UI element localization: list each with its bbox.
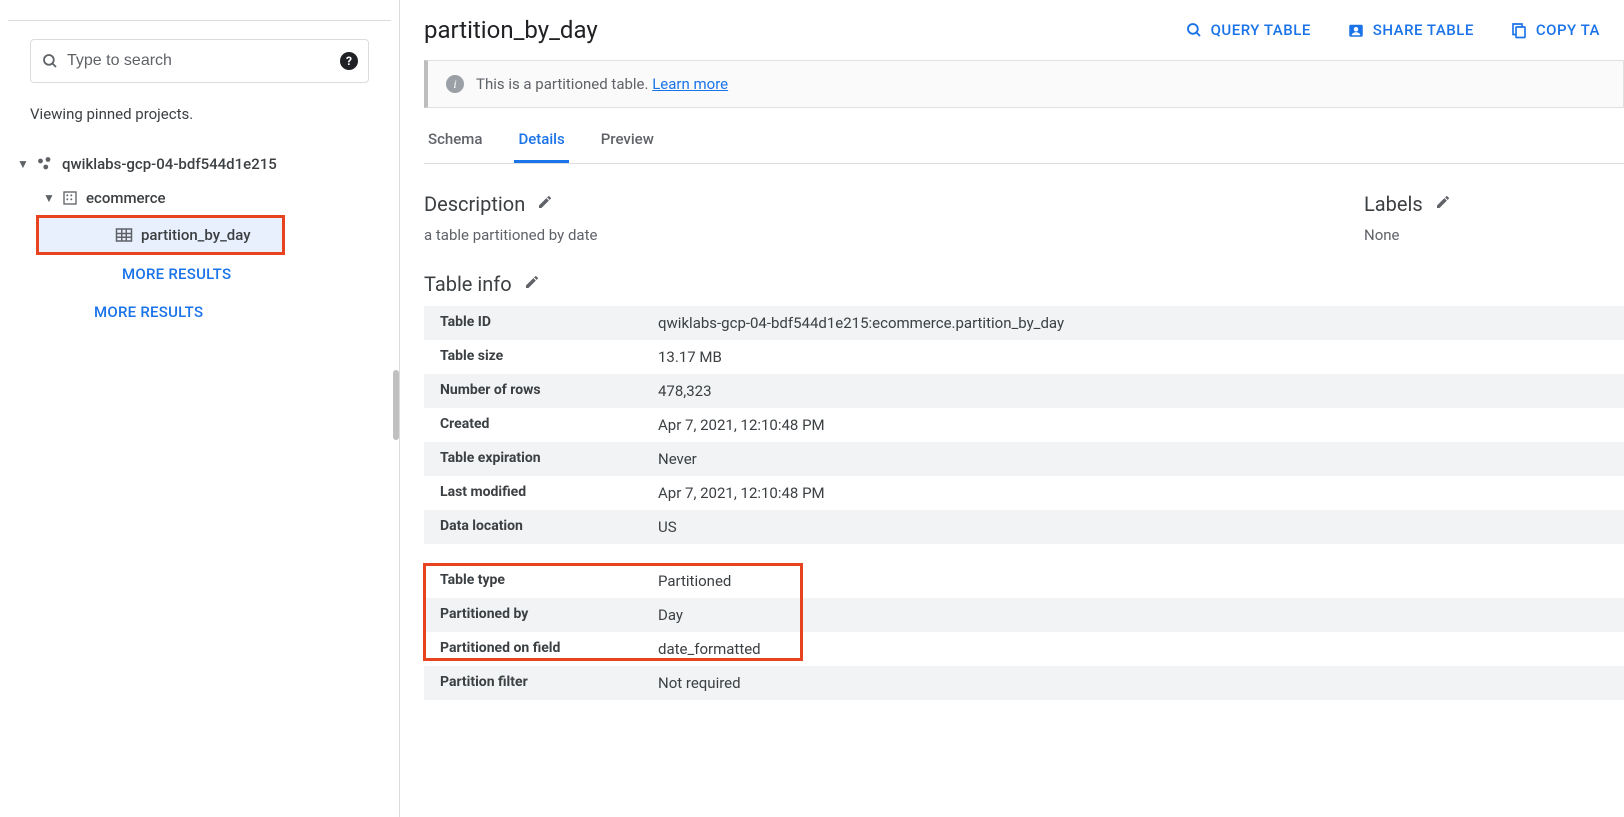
- info-val: date_formatted: [642, 632, 777, 666]
- chevron-down-icon[interactable]: ▼: [40, 191, 58, 205]
- project-label: qwiklabs-gcp-04-bdf544d1e215: [62, 155, 277, 173]
- more-results-dataset[interactable]: MORE RESULTS: [8, 255, 391, 293]
- info-val: Apr 7, 2021, 12:10:48 PM: [642, 408, 841, 442]
- info-val: Not required: [642, 666, 757, 700]
- info-key: Partitioned on field: [424, 632, 642, 666]
- share-table-button[interactable]: SHARE TABLE: [1347, 21, 1474, 39]
- tab-schema[interactable]: Schema: [424, 130, 486, 163]
- edit-labels-icon[interactable]: [1435, 194, 1451, 214]
- info-row: Last modifiedApr 7, 2021, 12:10:48 PM: [424, 476, 1624, 510]
- info-row: Table IDqwiklabs-gcp-04-bdf544d1e215:eco…: [424, 306, 1624, 340]
- tab-details[interactable]: Details: [514, 130, 568, 163]
- info-row: Table size13.17 MB: [424, 340, 1624, 374]
- project-icon: [36, 155, 54, 173]
- help-icon[interactable]: ?: [340, 52, 358, 70]
- more-results-project[interactable]: MORE RESULTS: [8, 293, 391, 331]
- info-row: Partitioned on fielddate_formatted: [424, 632, 1624, 666]
- info-val: Partitioned: [642, 564, 747, 598]
- search-input[interactable]: [59, 52, 340, 70]
- info-key: Partition filter: [424, 666, 642, 700]
- info-key: Last modified: [424, 476, 642, 510]
- scrollbar-thumb[interactable]: [393, 370, 399, 440]
- tab-bar: Schema Details Preview: [424, 130, 1624, 164]
- search-icon: [41, 52, 59, 70]
- info-key: Table type: [424, 564, 642, 598]
- info-row: Partitioned byDay: [424, 598, 1624, 632]
- banner-text: This is a partitioned table.: [476, 75, 648, 93]
- info-key: Table expiration: [424, 442, 642, 476]
- info-key: Number of rows: [424, 374, 642, 408]
- labels-text: None: [1364, 226, 1624, 244]
- table-info-block-1: Table IDqwiklabs-gcp-04-bdf544d1e215:eco…: [424, 306, 1624, 544]
- info-row: Table typePartitioned: [424, 564, 1624, 598]
- edit-description-icon[interactable]: [537, 194, 553, 214]
- description-heading: Description: [424, 192, 525, 216]
- description-text: a table partitioned by date: [424, 226, 1284, 244]
- info-val: Apr 7, 2021, 12:10:48 PM: [642, 476, 841, 510]
- info-key: Data location: [424, 510, 642, 544]
- partition-banner: i This is a partitioned table. Learn mor…: [424, 60, 1624, 108]
- table-info-block-2: Table typePartitionedPartitioned byDayPa…: [424, 564, 1624, 700]
- info-row: CreatedApr 7, 2021, 12:10:48 PM: [424, 408, 1624, 442]
- info-key: Created: [424, 408, 642, 442]
- pinned-projects-message: Viewing pinned projects.: [0, 95, 399, 147]
- share-icon: [1347, 21, 1365, 39]
- info-val: 13.17 MB: [642, 340, 738, 374]
- table-icon: [115, 227, 133, 243]
- info-key: Table size: [424, 340, 642, 374]
- info-key: Partitioned by: [424, 598, 642, 632]
- search-box[interactable]: ?: [30, 39, 369, 83]
- resource-tree: ▼ qwiklabs-gcp-04-bdf544d1e215 ▼ ecommer…: [0, 147, 399, 331]
- project-node[interactable]: ▼ qwiklabs-gcp-04-bdf544d1e215: [8, 147, 391, 181]
- info-key: Table ID: [424, 306, 642, 340]
- copy-icon: [1510, 21, 1528, 39]
- info-row: Data locationUS: [424, 510, 1624, 544]
- tab-preview[interactable]: Preview: [597, 130, 658, 163]
- share-label: SHARE TABLE: [1373, 21, 1474, 39]
- info-row: Table expirationNever: [424, 442, 1624, 476]
- query-table-button[interactable]: QUERY TABLE: [1185, 21, 1311, 39]
- info-icon: i: [446, 75, 464, 93]
- info-val: qwiklabs-gcp-04-bdf544d1e215:ecommerce.p…: [642, 306, 1080, 340]
- info-val: 478,323: [642, 374, 728, 408]
- table-label: partition_by_day: [141, 226, 251, 244]
- copy-table-button[interactable]: COPY TA: [1510, 21, 1600, 39]
- dataset-label: ecommerce: [86, 189, 166, 207]
- dataset-node[interactable]: ▼ ecommerce: [8, 181, 391, 215]
- explorer-sidebar: ? Viewing pinned projects. ▼ qwiklabs-gc…: [0, 0, 400, 817]
- edit-tableinfo-icon[interactable]: [524, 274, 540, 294]
- query-icon: [1185, 21, 1203, 39]
- info-val: Day: [642, 598, 699, 632]
- chevron-down-icon[interactable]: ▼: [14, 157, 32, 171]
- table-node-selected[interactable]: partition_by_day: [36, 215, 285, 255]
- page-title: partition_by_day: [424, 16, 598, 44]
- main-panel: partition_by_day QUERY TABLE SHARE TABLE: [400, 0, 1624, 817]
- info-row: Number of rows478,323: [424, 374, 1624, 408]
- copy-label: COPY TA: [1536, 21, 1600, 39]
- info-val: Never: [642, 442, 713, 476]
- query-label: QUERY TABLE: [1211, 21, 1311, 39]
- learn-more-link[interactable]: Learn more: [652, 75, 728, 93]
- info-val: US: [642, 510, 693, 544]
- info-row: Partition filterNot required: [424, 666, 1624, 700]
- labels-heading: Labels: [1364, 192, 1423, 216]
- tableinfo-heading: Table info: [424, 272, 512, 296]
- dataset-icon: [62, 190, 78, 206]
